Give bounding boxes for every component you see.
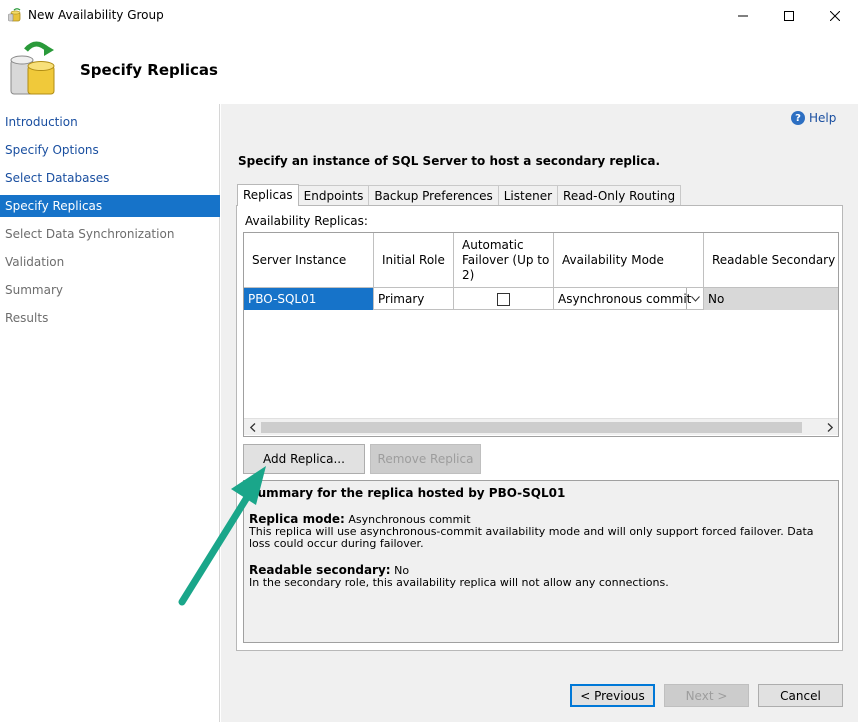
column-header-readable-secondary[interactable]: Readable Secondary bbox=[704, 233, 838, 288]
cell-availability-mode: Asynchronous commit bbox=[554, 288, 704, 310]
minimize-button[interactable] bbox=[720, 0, 766, 31]
readable-secondary-description: In the secondary role, this availability… bbox=[249, 576, 669, 589]
column-header-server-instance[interactable]: Server Instance bbox=[244, 233, 374, 288]
replica-mode-description: This replica will use asynchronous-commi… bbox=[249, 525, 814, 550]
scroll-left-icon[interactable] bbox=[244, 419, 261, 436]
wizard-header: Specify Replicas bbox=[0, 31, 858, 104]
nav-item-introduction[interactable]: Introduction bbox=[0, 111, 220, 133]
nav-item-select-databases[interactable]: Select Databases bbox=[0, 167, 220, 189]
close-icon bbox=[830, 10, 840, 21]
availability-mode-value: Asynchronous commit bbox=[558, 292, 692, 306]
horizontal-scrollbar[interactable] bbox=[244, 418, 838, 435]
nav-item-select-data-synchronization: Select Data Synchronization bbox=[5, 227, 175, 241]
cell-readable-secondary[interactable]: No bbox=[704, 288, 838, 310]
nav-item-summary: Summary bbox=[5, 283, 63, 297]
previous-button[interactable]: < Previous bbox=[570, 684, 655, 707]
page-title: Specify Replicas bbox=[80, 61, 218, 79]
automatic-failover-checkbox[interactable] bbox=[497, 292, 510, 306]
nav-item-specify-options[interactable]: Specify Options bbox=[0, 139, 220, 161]
chevron-down-icon[interactable] bbox=[686, 288, 703, 309]
database-cluster-icon bbox=[10, 41, 55, 95]
replicas-grid: Server Instance Initial Role Automatic F… bbox=[243, 232, 839, 437]
cancel-button[interactable]: Cancel bbox=[758, 684, 843, 707]
scrollbar-thumb[interactable] bbox=[261, 422, 802, 433]
availability-mode-dropdown[interactable]: Asynchronous commit bbox=[554, 288, 703, 310]
nav-item-specify-replicas[interactable]: Specify Replicas bbox=[0, 195, 220, 217]
minimize-icon bbox=[738, 15, 748, 16]
cell-server-instance[interactable]: PBO-SQL01 bbox=[244, 288, 374, 310]
availability-group-app-icon bbox=[8, 8, 21, 22]
help-label: Help bbox=[809, 111, 837, 125]
replica-summary-box: Summary for the replica hosted by PBO-SQ… bbox=[243, 480, 839, 643]
main-panel: ? Help Specify an instance of SQL Server… bbox=[221, 104, 858, 722]
readable-secondary-label: Readable secondary: bbox=[249, 563, 391, 577]
tab-strip: Replicas Endpoints Backup Preferences Li… bbox=[237, 184, 682, 206]
remove-replica-button: Remove Replica bbox=[370, 444, 481, 474]
replicas-tab-panel: Availability Replicas: Server Instance I… bbox=[236, 205, 843, 651]
next-button: Next > bbox=[664, 684, 749, 707]
replica-mode-label: Replica mode: bbox=[249, 512, 345, 526]
nav-item-validation: Validation bbox=[5, 255, 65, 269]
summary-title: Summary for the replica hosted by PBO-SQ… bbox=[249, 486, 566, 500]
tab-replicas[interactable]: Replicas bbox=[237, 184, 299, 206]
column-header-automatic-failover[interactable]: Automatic Failover (Up to 2) bbox=[454, 233, 554, 288]
cell-initial-role[interactable]: Primary bbox=[374, 288, 454, 310]
tab-read-only-routing[interactable]: Read-Only Routing bbox=[557, 185, 682, 206]
add-replica-button[interactable]: Add Replica... bbox=[243, 444, 365, 474]
maximize-icon bbox=[784, 10, 794, 21]
availability-replicas-label: Availability Replicas: bbox=[245, 214, 368, 228]
title-bar: New Availability Group bbox=[0, 0, 858, 31]
cell-automatic-failover bbox=[454, 288, 554, 310]
nav-item-results: Results bbox=[5, 311, 49, 325]
table-row[interactable]: PBO-SQL01 Primary Asynchronous commit No bbox=[244, 288, 838, 310]
scroll-right-icon[interactable] bbox=[821, 419, 838, 436]
grid-header: Server Instance Initial Role Automatic F… bbox=[244, 233, 838, 288]
maximize-button[interactable] bbox=[766, 0, 812, 31]
window-title: New Availability Group bbox=[28, 8, 164, 22]
help-icon: ? bbox=[791, 111, 805, 125]
column-header-availability-mode[interactable]: Availability Mode bbox=[554, 233, 704, 288]
close-button[interactable] bbox=[812, 0, 858, 31]
tab-endpoints[interactable]: Endpoints bbox=[297, 185, 370, 206]
wizard-nav: Introduction Specify Options Select Data… bbox=[0, 104, 220, 722]
help-link[interactable]: ? Help bbox=[791, 111, 836, 125]
tab-listener[interactable]: Listener bbox=[497, 185, 559, 206]
column-header-initial-role[interactable]: Initial Role bbox=[374, 233, 454, 288]
tab-backup-preferences[interactable]: Backup Preferences bbox=[368, 185, 499, 206]
instruction-text: Specify an instance of SQL Server to hos… bbox=[238, 154, 661, 168]
